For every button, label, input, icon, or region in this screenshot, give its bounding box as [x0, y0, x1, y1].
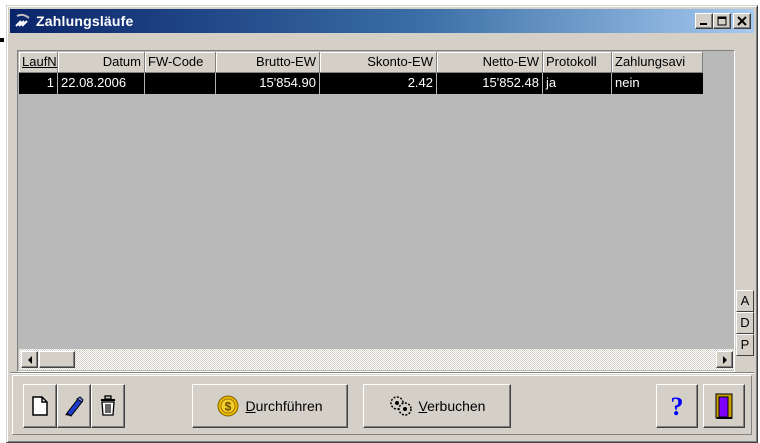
exit-door-icon: [715, 393, 733, 419]
dollar-coin-icon: $: [217, 395, 239, 417]
column-header-datum[interactable]: Datum: [58, 52, 145, 73]
svg-text:$: $: [225, 400, 232, 414]
column-header-protokoll[interactable]: Protokoll: [543, 52, 612, 73]
edit-button[interactable]: [57, 384, 91, 428]
arrow-left-icon: [27, 355, 32, 364]
cell-fw-code: [145, 73, 216, 94]
cell-zahlungsavis: nein: [615, 75, 640, 90]
edit-pen-icon: [65, 396, 84, 417]
verbuchen-label: Verbuchen: [418, 398, 486, 414]
column-header-zahlungsavis[interactable]: Zahlungsavi: [612, 52, 703, 73]
payment-runs-grid[interactable]: LaufNr Datum FW-Code Brutto-EW Skonto-EW…: [17, 50, 735, 372]
help-icon: ?: [671, 393, 684, 419]
side-button-a[interactable]: A: [736, 290, 754, 312]
table-row[interactable]: 1 22.08.2006 15'854.90 2.42 15'852.48 ja…: [19, 73, 703, 94]
maximize-button[interactable]: [713, 13, 731, 29]
arrow-right-icon: [722, 355, 727, 364]
side-button-group: A D P: [736, 290, 754, 356]
close-button[interactable]: [733, 13, 751, 29]
column-header-netto-ew[interactable]: Netto-EW: [437, 52, 543, 73]
column-header-skonto-ew[interactable]: Skonto-EW: [320, 52, 437, 73]
horizontal-scrollbar[interactable]: [19, 349, 734, 370]
close-icon: [737, 16, 747, 26]
window-title: Zahlungsläufe: [36, 13, 134, 29]
cell-brutto-ew: 15'854.90: [216, 73, 320, 94]
svg-text:?: ?: [671, 393, 684, 419]
side-button-p[interactable]: P: [736, 334, 754, 356]
durchfuehren-button[interactable]: $ Durchführen: [192, 384, 348, 428]
cell-netto-ew: 15'852.48: [437, 73, 543, 94]
new-document-icon: [32, 396, 48, 416]
delete-button[interactable]: [91, 384, 125, 428]
verbuchen-button[interactable]: Verbuchen: [363, 384, 511, 428]
cell-protokoll: ja: [543, 73, 612, 94]
cell-laufnr: 1: [19, 73, 58, 94]
gears-icon: [389, 396, 412, 416]
scroll-right-button[interactable]: [716, 351, 733, 368]
maximize-icon: [717, 16, 727, 26]
cell-datum: 22.08.2006: [58, 73, 145, 94]
side-button-d[interactable]: D: [736, 312, 754, 334]
cursor-mark: [0, 38, 4, 42]
divider: [10, 372, 754, 374]
app-icon: [14, 12, 32, 30]
column-header-fw-code[interactable]: FW-Code: [145, 52, 216, 73]
column-header-laufnr[interactable]: LaufNr: [19, 52, 58, 73]
zahlungslaeufe-window: Zahlungsläufe LaufNr Datum FW-Code Brutt…: [6, 5, 758, 443]
help-button[interactable]: ?: [656, 384, 698, 428]
durchfuehren-label: Durchführen: [245, 398, 323, 414]
grid-header: LaufNr Datum FW-Code Brutto-EW Skonto-EW…: [19, 52, 703, 73]
bottom-toolbar: $ Durchführen Verbuchen ?: [12, 375, 752, 435]
cell-skonto-ew: 2.42: [320, 73, 437, 94]
scrollbar-thumb[interactable]: [39, 351, 75, 368]
exit-button[interactable]: [703, 384, 745, 428]
column-header-brutto-ew[interactable]: Brutto-EW: [216, 52, 320, 73]
minimize-button[interactable]: [695, 13, 713, 29]
title-bar[interactable]: Zahlungsläufe: [10, 9, 754, 33]
scroll-left-button[interactable]: [21, 351, 38, 368]
minimize-icon: [700, 23, 707, 25]
trash-icon: [101, 395, 115, 416]
new-button[interactable]: [23, 384, 57, 428]
